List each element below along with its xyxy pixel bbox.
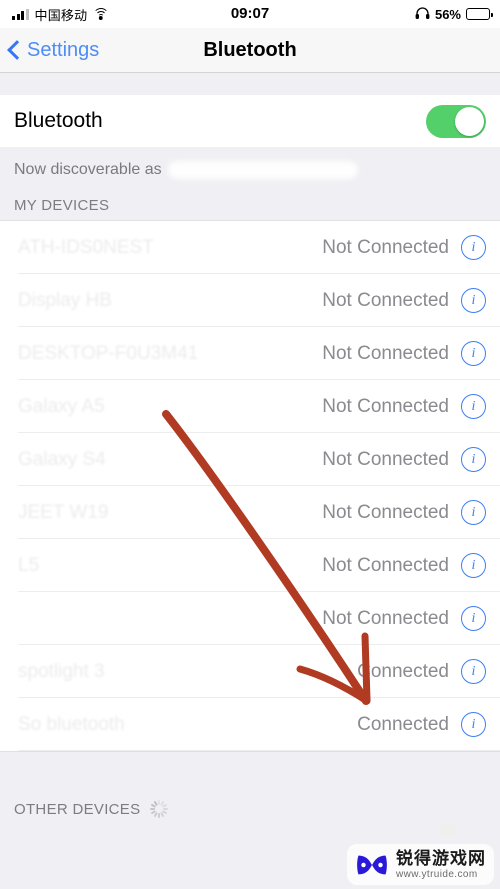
- watermark-site-name: 锐得游戏网: [396, 849, 486, 868]
- device-status: Not Connected: [322, 395, 449, 417]
- discoverable-label: Now discoverable as: [14, 161, 162, 178]
- device-row[interactable]: ATH-IDS0NEST Not Connected i: [0, 221, 500, 274]
- device-name: Galaxy S4: [18, 448, 106, 470]
- my-devices-header: MY DEVICES: [0, 189, 500, 220]
- back-button[interactable]: Settings: [0, 39, 99, 62]
- bluetooth-label: Bluetooth: [14, 109, 103, 132]
- device-row[interactable]: Galaxy A5 Not Connected i: [0, 380, 500, 433]
- device-status: Connected: [357, 660, 449, 682]
- chevron-left-icon: [7, 40, 27, 60]
- device-row[interactable]: Display HB Not Connected i: [0, 274, 500, 327]
- discoverable-text: Now discoverable as: [0, 147, 500, 189]
- bluetooth-toggle[interactable]: [426, 104, 486, 138]
- device-info-icon[interactable]: i: [461, 659, 486, 684]
- other-devices-header: OTHER DEVICES: [0, 792, 500, 824]
- device-status: Connected: [357, 713, 449, 735]
- device-name: ATH-IDS0NEST: [18, 236, 154, 258]
- device-name: Display HB: [18, 289, 112, 311]
- battery-percent-label: 56%: [434, 6, 461, 22]
- bluetooth-toggle-row[interactable]: Bluetooth: [0, 95, 500, 147]
- device-row[interactable]: So bluetooth Connected i: [0, 698, 500, 751]
- watermark-url: www.ytruide.com: [396, 869, 478, 880]
- redacted-device-name: [167, 161, 358, 179]
- status-bar: 中国移动 09:07 56%: [0, 0, 500, 28]
- row-separator: [18, 750, 500, 751]
- section-spacer: [0, 751, 500, 792]
- device-info-icon[interactable]: i: [461, 235, 486, 260]
- device-status: Not Connected: [322, 607, 449, 629]
- device-status: Not Connected: [322, 554, 449, 576]
- activity-spinner-icon: [150, 800, 169, 818]
- device-status: Not Connected: [322, 501, 449, 523]
- device-row[interactable]: Galaxy S4 Not Connected i: [0, 433, 500, 486]
- watermark: 锐得游戏网 www.ytruide.com: [347, 844, 494, 885]
- device-info-icon[interactable]: i: [461, 553, 486, 578]
- device-info-icon[interactable]: i: [461, 288, 486, 313]
- device-info-icon[interactable]: i: [461, 394, 486, 419]
- device-info-icon[interactable]: i: [461, 606, 486, 631]
- toggle-knob: [455, 106, 484, 136]
- device-name: Galaxy A5: [18, 395, 105, 417]
- back-button-label: Settings: [27, 38, 100, 61]
- navigation-bar: Settings Bluetooth: [0, 28, 500, 73]
- my-devices-list: ATH-IDS0NEST Not Connected i Display HB Not …: [0, 220, 500, 751]
- device-status: Not Connected: [322, 236, 449, 258]
- watermark-ghost-mark: ∞: [437, 814, 456, 844]
- device-row[interactable]: L5 Not Connected i: [0, 539, 500, 592]
- device-row[interactable]: DESKTOP-F0U3M41 Not Connected i: [0, 327, 500, 380]
- device-info-icon[interactable]: i: [461, 447, 486, 472]
- headphones-icon: [415, 6, 430, 22]
- device-info-icon[interactable]: i: [461, 500, 486, 525]
- device-row[interactable]: spotlight 3 Connected i: [0, 645, 500, 698]
- other-devices-header-label: OTHER DEVICES: [14, 800, 141, 818]
- device-name: JEET W19: [18, 501, 109, 523]
- device-status: Not Connected: [322, 289, 449, 311]
- top-spacer: [0, 73, 500, 95]
- device-name: L5: [18, 554, 40, 576]
- device-status: Not Connected: [322, 342, 449, 364]
- device-info-icon[interactable]: i: [461, 341, 486, 366]
- watermark-logo-icon: [357, 855, 387, 875]
- device-row[interactable]: JEET W19 Not Connected i: [0, 486, 500, 539]
- my-devices-header-label: MY DEVICES: [14, 197, 110, 214]
- device-status: Not Connected: [322, 448, 449, 470]
- battery-icon: [466, 8, 493, 20]
- device-name: So bluetooth: [18, 713, 125, 735]
- status-bar-right: 56%: [415, 0, 493, 28]
- device-name: DESKTOP-F0U3M41: [18, 342, 199, 364]
- device-row[interactable]: Not Connected i: [0, 592, 500, 645]
- watermark-text: 锐得游戏网 www.ytruide.com: [396, 850, 486, 880]
- device-name: spotlight 3: [18, 660, 105, 682]
- device-info-icon[interactable]: i: [461, 712, 486, 737]
